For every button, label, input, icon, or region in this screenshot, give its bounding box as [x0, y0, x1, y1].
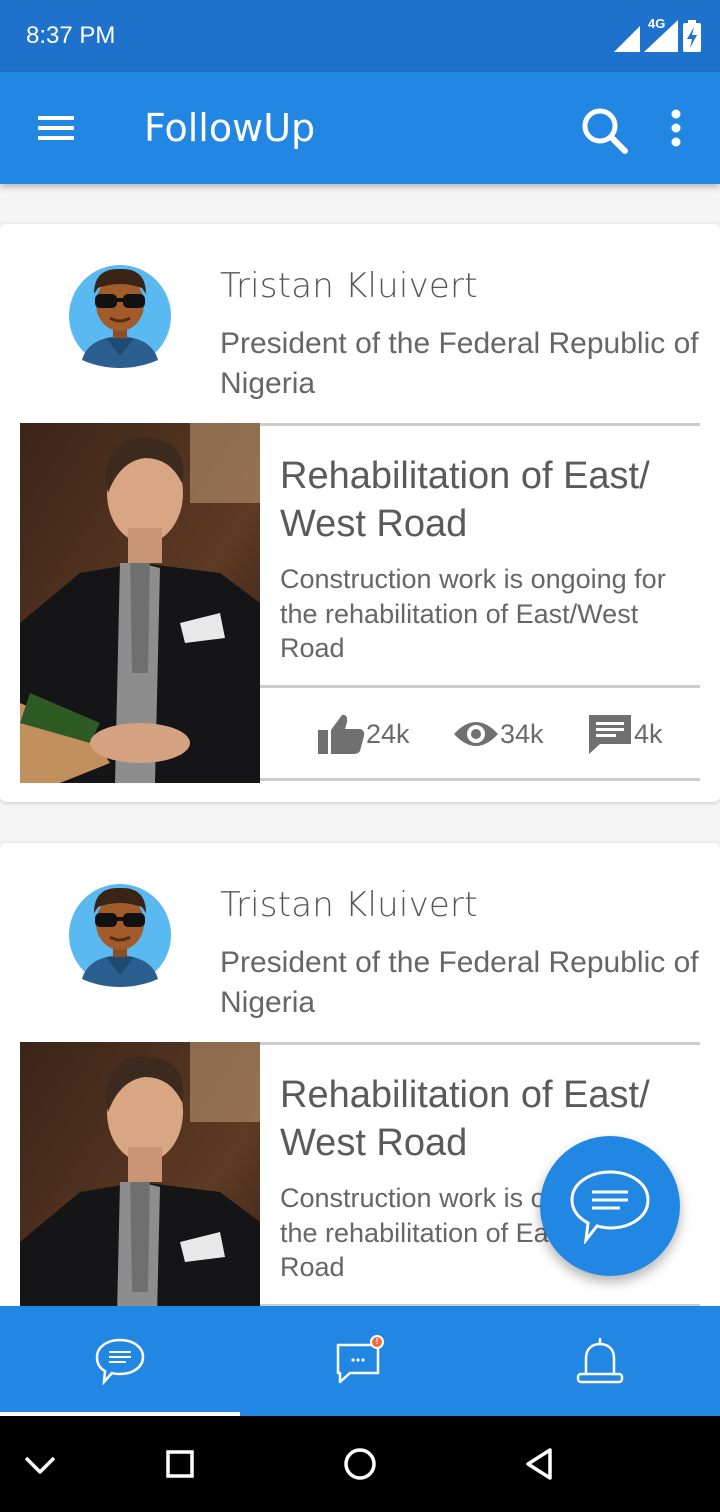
eye-icon — [454, 722, 498, 746]
divider — [260, 423, 700, 426]
post-body: Construction work is ongoing for the reh… — [280, 564, 666, 663]
chat-bubble-icon — [95, 1338, 145, 1385]
author-role: President of the Federal Republic of Nig… — [220, 946, 699, 1019]
thumbs-up-icon — [318, 714, 365, 754]
author-name[interactable]: Tristan Kluivert — [220, 885, 478, 925]
post-card[interactable]: Tristan Kluivert President of the Federa… — [0, 224, 720, 802]
post-stats: 24k 34k 4k — [316, 708, 663, 760]
views-stat[interactable]: 34k — [452, 718, 586, 750]
view-count: 34k — [500, 718, 544, 749]
comment-icon — [589, 715, 631, 754]
signal-icon — [614, 26, 640, 52]
author-role: President of the Federal Republic of Nig… — [220, 327, 699, 400]
like-count: 24k — [366, 718, 410, 749]
message-notification-icon: ! — [334, 1335, 386, 1385]
author-name[interactable]: Tristan Kluivert — [220, 266, 478, 306]
app-title: FollowUp — [144, 106, 316, 150]
back-icon[interactable] — [520, 1444, 560, 1484]
chat-bubble-icon — [570, 1170, 650, 1244]
status-bar: 8:37 PM 4G — [0, 0, 720, 72]
network-type-label: 4G — [648, 16, 666, 31]
recent-apps-icon[interactable] — [160, 1444, 200, 1484]
tab-chats[interactable] — [0, 1306, 240, 1416]
app-bar: FollowUp — [0, 72, 720, 184]
comment-button[interactable]: 4k — [586, 712, 663, 756]
post-image[interactable] — [20, 423, 260, 783]
battery-charging-icon — [683, 20, 701, 52]
mobile-data-icon: 4G — [644, 16, 678, 52]
status-icons: 4G — [614, 16, 702, 52]
bottom-navigation: ! — [0, 1306, 720, 1416]
home-icon[interactable] — [340, 1444, 380, 1484]
notification-badge: ! — [370, 1335, 384, 1349]
tab-messages[interactable]: ! — [240, 1306, 480, 1416]
divider — [260, 778, 700, 781]
notification-bell-icon — [576, 1338, 624, 1384]
chevron-down-icon[interactable] — [20, 1444, 60, 1484]
tab-notifications[interactable] — [480, 1306, 720, 1416]
post-title[interactable]: Rehabilitation of East/ West Road — [280, 452, 690, 548]
avatar[interactable] — [68, 879, 172, 987]
hamburger-menu-icon[interactable] — [30, 108, 82, 148]
new-chat-fab-button[interactable] — [540, 1136, 680, 1276]
post-image[interactable] — [20, 1042, 260, 1306]
avatar[interactable] — [68, 260, 172, 368]
more-vert-icon[interactable] — [660, 106, 692, 150]
search-icon[interactable] — [578, 104, 632, 158]
status-time: 8:37 PM — [26, 22, 116, 49]
comment-count: 4k — [634, 718, 663, 749]
badge-label: ! — [375, 1337, 379, 1346]
divider — [260, 1042, 700, 1045]
like-button[interactable]: 24k — [316, 712, 452, 756]
divider — [260, 685, 700, 688]
system-navigation-bar — [0, 1416, 720, 1512]
